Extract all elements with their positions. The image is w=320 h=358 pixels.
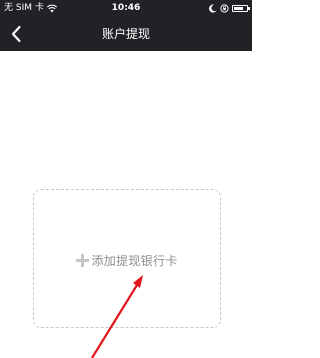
add-bank-card-label: 添加提现银行卡 — [91, 254, 178, 268]
rotation-lock-icon — [220, 4, 229, 13]
battery-icon — [232, 5, 250, 12]
nav-bar: 账户提现 — [0, 17, 252, 51]
status-right — [209, 0, 250, 17]
plus-icon — [76, 254, 90, 267]
status-bar: 无 SIM 卡 10:46 — [0, 0, 252, 17]
page-title: 账户提现 — [101, 27, 150, 41]
add-bank-card-button[interactable]: 添加提现银行卡 — [33, 189, 221, 328]
moon-icon — [209, 4, 217, 13]
screen: 无 SIM 卡 10:46 账户提现 添加提现银行卡 — [0, 0, 252, 358]
add-bank-card-content: 添加提现银行卡 — [34, 252, 220, 269]
